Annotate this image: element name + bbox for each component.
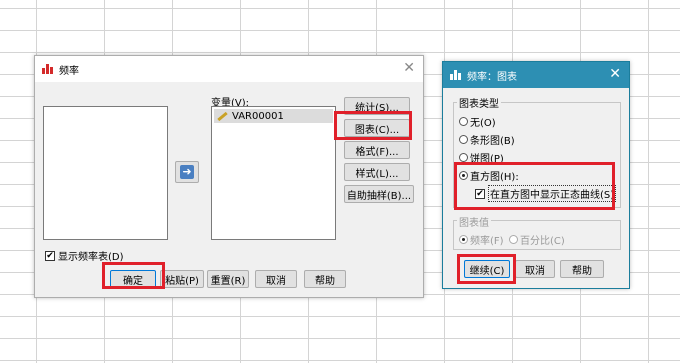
spss-app-icon — [450, 69, 462, 81]
variable-item[interactable]: VAR00001 — [214, 109, 333, 123]
close-icon[interactable]: ✕ — [403, 61, 415, 75]
close-icon[interactable]: ✕ — [609, 67, 621, 81]
charts-dialog: 频率：图表 ✕ 图表类型 无(O) 条形图(B) 饼图(P) 直方图(H): ✔… — [442, 61, 630, 289]
charts-titlebar[interactable]: 频率：图表 ✕ — [443, 62, 629, 88]
selected-variable-list[interactable]: VAR00001 — [211, 106, 336, 240]
frequencies-titlebar[interactable]: 频率 ✕ — [35, 56, 423, 82]
chart-type-bar-label: 条形图(B) — [470, 136, 515, 147]
help-button[interactable]: 帮助 — [304, 270, 346, 288]
move-right-arrow-icon: ➜ — [180, 165, 194, 179]
charts-button[interactable]: 图表(C)... — [344, 119, 410, 137]
checkmark-icon: ✔ — [475, 188, 485, 199]
display-frequency-tables-label: 显示频率表(D) — [58, 252, 124, 263]
chart-help-button[interactable]: 帮助 — [560, 260, 604, 278]
chart-cancel-button[interactable]: 取消 — [515, 260, 555, 278]
style-button[interactable]: 样式(L)... — [344, 163, 410, 181]
paste-button[interactable]: 粘贴(P) — [160, 270, 204, 288]
radio-dot — [459, 235, 468, 244]
radio-dot — [459, 117, 468, 126]
radio-dot — [509, 235, 518, 244]
normal-curve-checkbox[interactable]: ✔ 在直方图中显示正态曲线(S) — [475, 185, 617, 202]
normal-curve-label: 在直方图中显示正态曲线(S) — [488, 185, 617, 202]
chart-values-percent-label: 百分比(C) — [520, 236, 565, 247]
cancel-button[interactable]: 取消 — [255, 270, 297, 288]
checkmark-icon: ✔ — [45, 250, 55, 261]
chart-values-frequency-radio[interactable]: 频率(F) — [459, 232, 504, 247]
chart-type-none-radio[interactable]: 无(O) — [459, 114, 496, 129]
reset-button[interactable]: 重置(R) — [207, 270, 249, 288]
chart-values-legend: 图表值 — [457, 214, 491, 229]
source-variable-list[interactable] — [43, 106, 168, 240]
frequencies-dialog: 频率 ✕ ➜ 变量(V): VAR00001 统计(S)... 图表(C)...… — [34, 55, 424, 298]
radio-dot — [459, 153, 468, 162]
variable-name: VAR00001 — [232, 110, 284, 122]
format-button[interactable]: 格式(F)... — [344, 141, 410, 159]
radio-dot — [459, 171, 468, 180]
frequencies-title: 频率 — [59, 65, 79, 77]
chart-type-pie-radio[interactable]: 饼图(P) — [459, 150, 504, 165]
chart-type-pie-label: 饼图(P) — [470, 154, 504, 165]
continue-button[interactable]: 继续(C) — [464, 260, 510, 278]
chart-values-frequency-label: 频率(F) — [470, 236, 504, 247]
chart-type-legend: 图表类型 — [457, 95, 501, 110]
bootstrap-button[interactable]: 自助抽样(B)... — [344, 185, 414, 203]
chart-type-bar-radio[interactable]: 条形图(B) — [459, 132, 515, 147]
display-frequency-tables-checkbox[interactable]: ✔ 显示频率表(D) — [45, 248, 124, 263]
ok-button[interactable]: 确定 — [110, 270, 156, 288]
radio-dot — [459, 135, 468, 144]
move-variable-button[interactable]: ➜ — [175, 161, 199, 183]
statistics-button[interactable]: 统计(S)... — [344, 97, 410, 115]
chart-type-histogram-label: 直方图(H): — [470, 172, 519, 183]
chart-type-none-label: 无(O) — [470, 118, 496, 129]
chart-type-histogram-radio[interactable]: 直方图(H): — [459, 168, 519, 183]
ruler-pencil-icon — [216, 110, 228, 122]
spss-app-icon — [42, 63, 54, 75]
charts-title: 频率：图表 — [467, 71, 517, 83]
chart-values-percent-radio[interactable]: 百分比(C) — [509, 232, 565, 247]
